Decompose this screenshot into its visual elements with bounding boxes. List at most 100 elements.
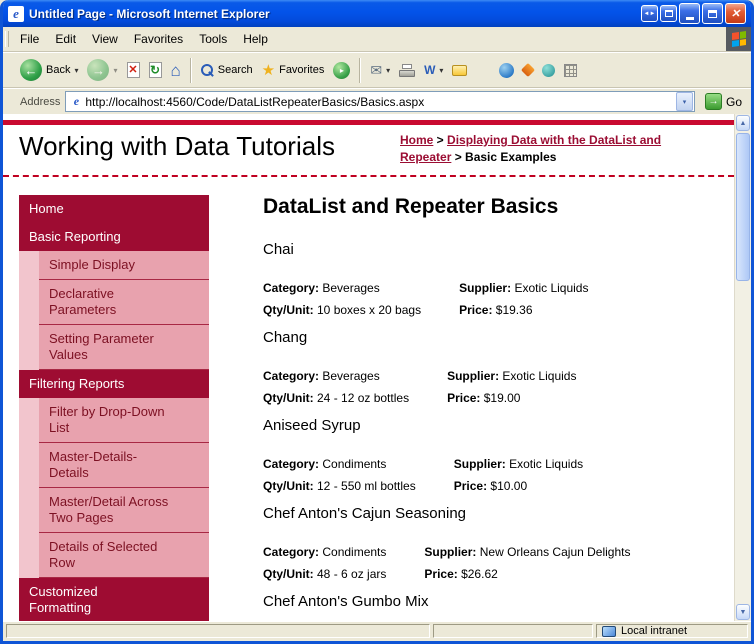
go-icon: → <box>704 93 722 110</box>
close-button[interactable]: ✕ <box>725 3 746 24</box>
maximize-button[interactable] <box>702 3 723 24</box>
sidebar-item-basic-reporting[interactable]: Basic Reporting <box>19 223 209 251</box>
edit-button[interactable]: W ▾ <box>420 55 447 85</box>
product-name: Chef Anton's Gumbo Mix <box>263 593 429 610</box>
menu-item-favorites[interactable]: Favorites <box>126 27 191 51</box>
back-dropdown[interactable]: ▾ <box>74 66 78 75</box>
sidebar-item-details-of-selected-row[interactable]: Details of Selected Row <box>39 533 209 578</box>
home-button[interactable]: ⌂ <box>167 55 185 85</box>
product-field: Price: $10.00 <box>453 479 528 493</box>
sidebar-item-master-detail-across-two-pages[interactable]: Master/Detail Across Two Pages <box>39 488 209 533</box>
site-title: Working with Data Tutorials <box>19 131 335 161</box>
sidebar-item-label: Basic Reporting <box>29 229 121 244</box>
sidebar-item-setting-parameter-values[interactable]: Setting Parameter Values <box>39 325 209 370</box>
windows-flag-icon <box>731 31 746 47</box>
product-item: Chef Anton's Gumbo Mix <box>263 593 703 610</box>
product-field: Price: $19.00 <box>447 391 521 405</box>
address-input[interactable] <box>83 93 676 110</box>
sidebar-item-master-details-details[interactable]: Master-Details-Details <box>39 443 209 488</box>
sidebar-item-label: Setting Parameter Values <box>49 331 154 362</box>
addon-orange-button[interactable] <box>519 55 537 85</box>
address-dropdown-button[interactable]: ▾ <box>675 92 693 111</box>
product-field: Supplier: Exotic Liquids <box>459 281 589 295</box>
window-icon <box>664 10 673 17</box>
sidebar-item-customized-formatting[interactable]: Customized Formatting <box>19 578 209 621</box>
menu-item-view[interactable]: View <box>84 27 126 51</box>
sidebar-nav: Home Basic Reporting Simple Display Declara… <box>19 195 209 621</box>
throbber <box>726 27 751 51</box>
titlebar[interactable]: e Untitled Page - Microsoft Internet Exp… <box>3 0 751 27</box>
intranet-zone-icon <box>602 625 616 637</box>
go-arrow-glyph: → <box>708 96 719 107</box>
breadcrumb-separator: > <box>433 133 448 147</box>
product-details-table: Category: Beverages Supplier: Exotic Liqu… <box>263 277 588 321</box>
titlebar-window-button[interactable] <box>660 5 677 22</box>
addon-grid-button[interactable] <box>560 55 581 85</box>
ie-logo-icon: e <box>8 5 24 22</box>
sidebar-item-label: Details of Selected Row <box>49 539 158 570</box>
favorites-label: Favorites <box>279 64 325 76</box>
media-button[interactable]: ▸ <box>329 55 354 85</box>
breadcrumb-home-link[interactable]: Home <box>400 133 433 147</box>
discuss-icon <box>452 64 468 76</box>
refresh-button[interactable]: ↻ <box>145 55 166 85</box>
back-label: Back <box>46 64 71 76</box>
status-zone-label: Local intranet <box>621 625 688 637</box>
forward-arrow-glyph: → <box>91 62 105 78</box>
mail-button[interactable]: ✉ ▾ <box>366 55 394 85</box>
search-button[interactable]: Search <box>197 55 257 85</box>
mail-dropdown[interactable]: ▾ <box>386 66 390 75</box>
scroll-down-button[interactable]: ▼ <box>736 604 750 620</box>
breadcrumb-current: Basic Examples <box>465 150 557 164</box>
media-icon: ▸ <box>333 61 351 79</box>
search-icon <box>200 63 214 77</box>
favorites-icon: ★ <box>261 61 276 79</box>
sidebar-item-simple-display[interactable]: Simple Display <box>39 251 209 280</box>
sidebar-item-label: Customized Formatting <box>29 584 98 615</box>
play-glyph: ▸ <box>339 65 344 75</box>
main-content: DataList and Repeater Basics Chai Categor… <box>263 195 703 621</box>
forward-dropdown[interactable]: ▾ <box>113 66 117 75</box>
print-button[interactable] <box>395 55 419 85</box>
sidebar-item-label: Filter by Drop-Down List <box>49 404 165 435</box>
sidebar-item-filter-by-drop-down-list[interactable]: Filter by Drop-Down List <box>39 398 209 443</box>
product-name: Chef Anton's Cajun Seasoning <box>263 505 467 522</box>
titlebar-buttons: ◄► ✕ <box>641 3 746 24</box>
sidebar-item-home[interactable]: Home <box>19 195 209 223</box>
sidebar-item-label: Master/Detail Across Two Pages <box>49 494 169 525</box>
forward-icon: → <box>87 59 110 81</box>
product-field: Category: Beverages <box>263 281 380 295</box>
sidebar-item-declarative-parameters[interactable]: Declarative Parameters <box>39 280 209 325</box>
sidebar-item-filtering-reports[interactable]: Filtering Reports <box>19 370 209 398</box>
messenger-button[interactable] <box>495 55 518 85</box>
vertical-scrollbar[interactable]: ▲ ▼ <box>734 114 751 621</box>
toolbar-separator <box>189 57 192 83</box>
menu-item-tools[interactable]: Tools <box>191 27 235 51</box>
scroll-down-icon: ▼ <box>739 608 747 616</box>
menubar-grip <box>5 31 9 47</box>
favorites-button[interactable]: ★ Favorites <box>258 55 329 85</box>
ie-page-icon: e <box>69 94 83 109</box>
minimize-button[interactable] <box>679 3 700 24</box>
titlebar-arrows-button[interactable]: ◄► <box>641 5 658 22</box>
stop-button[interactable]: ✕ <box>123 55 144 85</box>
go-button[interactable]: → Go <box>700 93 747 110</box>
scroll-up-button[interactable]: ▲ <box>736 115 750 131</box>
stop-glyph: ✕ <box>128 63 138 76</box>
menu-item-help[interactable]: Help <box>235 27 276 51</box>
home-icon: ⌂ <box>170 60 181 80</box>
menu-item-edit[interactable]: Edit <box>47 27 84 51</box>
scroll-thumb[interactable] <box>736 133 750 281</box>
back-button[interactable]: ← Back ▾ <box>16 55 82 85</box>
product-name: Chang <box>263 329 308 346</box>
grid-icon <box>564 63 578 77</box>
addon-teal-button[interactable] <box>538 55 559 85</box>
address-input-box[interactable]: e ▾ <box>65 91 695 112</box>
discuss-button[interactable] <box>448 55 471 85</box>
product-name: Chai <box>263 241 294 258</box>
breadcrumb: Home > Displaying Data with the DataList… <box>400 132 700 166</box>
forward-button[interactable]: → ▾ <box>83 55 121 85</box>
edit-dropdown[interactable]: ▾ <box>439 66 443 75</box>
menu-item-file[interactable]: File <box>12 27 47 51</box>
search-label: Search <box>217 64 253 76</box>
